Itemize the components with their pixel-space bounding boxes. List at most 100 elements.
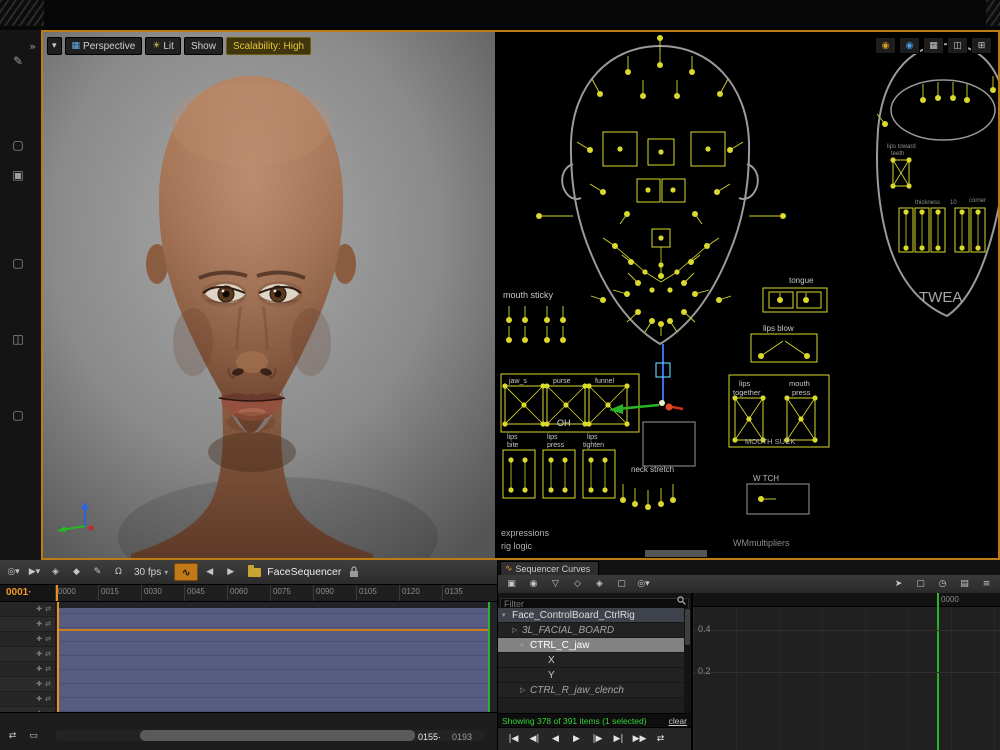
gutter-icon[interactable]: ✚: [36, 635, 42, 643]
current-frame-value[interactable]: 0001·: [6, 587, 32, 598]
zoom-fit-icon[interactable]: ▭: [24, 728, 43, 743]
control-dot[interactable]: [903, 209, 908, 214]
go-to-end-icon[interactable]: ▶▶: [630, 732, 649, 747]
control-pin[interactable]: [714, 189, 720, 195]
gutter-icon[interactable]: ⇄: [45, 620, 51, 628]
timeline-playhead[interactable]: [57, 602, 59, 712]
control-dot[interactable]: [649, 287, 654, 292]
curve-editor-toggle[interactable]: ∿: [174, 563, 198, 581]
control-dot[interactable]: [890, 157, 895, 162]
control-dot[interactable]: [544, 421, 549, 426]
track-row[interactable]: ▷CTRL_R_jaw_clench: [498, 683, 684, 698]
prev-key-icon[interactable]: ◀|: [525, 732, 544, 747]
control-dot[interactable]: [658, 235, 663, 240]
next-key-icon[interactable]: ▶|: [609, 732, 628, 747]
control-pin[interactable]: [681, 309, 687, 315]
grid-snap-icon[interactable]: ▦: [923, 37, 944, 54]
gutter-icon[interactable]: ✚: [36, 650, 42, 658]
track-row[interactable]: ▷3L_FACIAL_BOARD: [498, 623, 684, 638]
control-pin[interactable]: [670, 497, 676, 503]
time-snap-icon[interactable]: ◷: [933, 577, 952, 592]
control-pin[interactable]: [689, 69, 695, 75]
control-pin[interactable]: [667, 318, 673, 324]
expand-caret-icon[interactable]: ▾: [520, 641, 530, 649]
keyframed-range-block[interactable]: [57, 608, 488, 712]
control-dot[interactable]: [906, 183, 911, 188]
control-dot[interactable]: [586, 383, 591, 388]
gutter-icon[interactable]: ✚: [36, 620, 42, 628]
history-forward-icon[interactable]: ▶: [221, 565, 240, 580]
show-menu-button[interactable]: Show: [184, 37, 223, 55]
frame-all-icon[interactable]: ▢: [911, 577, 930, 592]
control-pin[interactable]: [777, 297, 783, 303]
control-dot[interactable]: [670, 187, 675, 192]
fps-dropdown[interactable]: 30 fps ▾: [130, 564, 172, 580]
snap-icon[interactable]: Ω: [109, 565, 128, 580]
control-pin[interactable]: [560, 317, 566, 323]
panel-options-icon[interactable]: ≡: [977, 577, 996, 592]
step-back-icon[interactable]: ◀: [546, 732, 565, 747]
control-pin[interactable]: [624, 291, 630, 297]
control-pin[interactable]: [522, 337, 528, 343]
control-pin[interactable]: [625, 69, 631, 75]
control-box[interactable]: [747, 484, 809, 514]
breadcrumb[interactable]: FaceSequencer: [267, 566, 341, 578]
control-box[interactable]: [643, 422, 695, 466]
control-pin[interactable]: [506, 317, 512, 323]
control-box[interactable]: [503, 450, 535, 498]
control-dot[interactable]: [586, 421, 591, 426]
expand-caret-icon[interactable]: ▷: [520, 686, 530, 694]
control-pin[interactable]: [635, 309, 641, 315]
timeline-ruler[interactable]: 0001· 0000001500300045006000750090010501…: [0, 585, 497, 602]
control-dot[interactable]: [658, 149, 663, 154]
loop-range-icon[interactable]: ⇄: [3, 728, 22, 743]
expand-caret-icon[interactable]: ▷: [512, 626, 522, 634]
control-dot[interactable]: [890, 183, 895, 188]
gutter-icon[interactable]: ⇄: [45, 695, 51, 703]
gizmo-center[interactable]: [666, 404, 673, 411]
control-dot[interactable]: [919, 245, 924, 250]
control-pin[interactable]: [658, 273, 664, 279]
history-back-icon[interactable]: ◀: [200, 565, 219, 580]
gizmo-center[interactable]: [659, 400, 665, 406]
control-dot[interactable]: [563, 402, 568, 407]
filter-icon[interactable]: ▽: [546, 577, 565, 592]
control-pin[interactable]: [544, 337, 550, 343]
control-dot[interactable]: [508, 457, 513, 462]
facial-control-board[interactable]: mouth stickytonguelips blowlipstogetherm…: [495, 32, 998, 558]
gutter-icon[interactable]: ✚: [36, 665, 42, 673]
gutter-icon[interactable]: ⇄: [45, 665, 51, 673]
control-pin[interactable]: [964, 97, 970, 103]
playback-options-icon[interactable]: ▶▾: [25, 565, 44, 580]
lit-mode-button[interactable]: ☀ Lit: [145, 37, 181, 55]
control-dot[interactable]: [935, 245, 940, 250]
panel-tab-icon-4[interactable]: ◫: [9, 330, 27, 348]
tree-scrollbar[interactable]: [684, 608, 691, 713]
control-dot[interactable]: [812, 437, 817, 442]
control-pin[interactable]: [612, 243, 618, 249]
control-pin[interactable]: [935, 95, 941, 101]
control-pin[interactable]: [506, 337, 512, 343]
add-keyframe-icon[interactable]: ◆: [67, 565, 86, 580]
control-pin[interactable]: [522, 317, 528, 323]
control-pin[interactable]: [716, 297, 722, 303]
viewport-menu-button[interactable]: ▾: [47, 37, 62, 55]
control-pin[interactable]: [657, 35, 663, 41]
gutter-icon[interactable]: ⇄: [45, 605, 51, 613]
control-dot[interactable]: [588, 487, 593, 492]
track-gutter-row[interactable]: ✚⇄: [0, 647, 55, 662]
control-dot[interactable]: [906, 157, 911, 162]
control-pin[interactable]: [658, 501, 664, 507]
control-box[interactable]: [583, 450, 615, 498]
track-gutter-row[interactable]: ✚⇄: [0, 677, 55, 692]
control-pin[interactable]: [587, 147, 593, 153]
control-dot[interactable]: [624, 383, 629, 388]
control-pin[interactable]: [804, 353, 810, 359]
control-pin[interactable]: [624, 211, 630, 217]
track-gutter-row[interactable]: ✚⇄: [0, 602, 55, 617]
control-dot[interactable]: [919, 209, 924, 214]
control-dot[interactable]: [617, 146, 622, 151]
control-dot[interactable]: [975, 245, 980, 250]
control-pin[interactable]: [990, 87, 996, 93]
control-pin[interactable]: [920, 97, 926, 103]
